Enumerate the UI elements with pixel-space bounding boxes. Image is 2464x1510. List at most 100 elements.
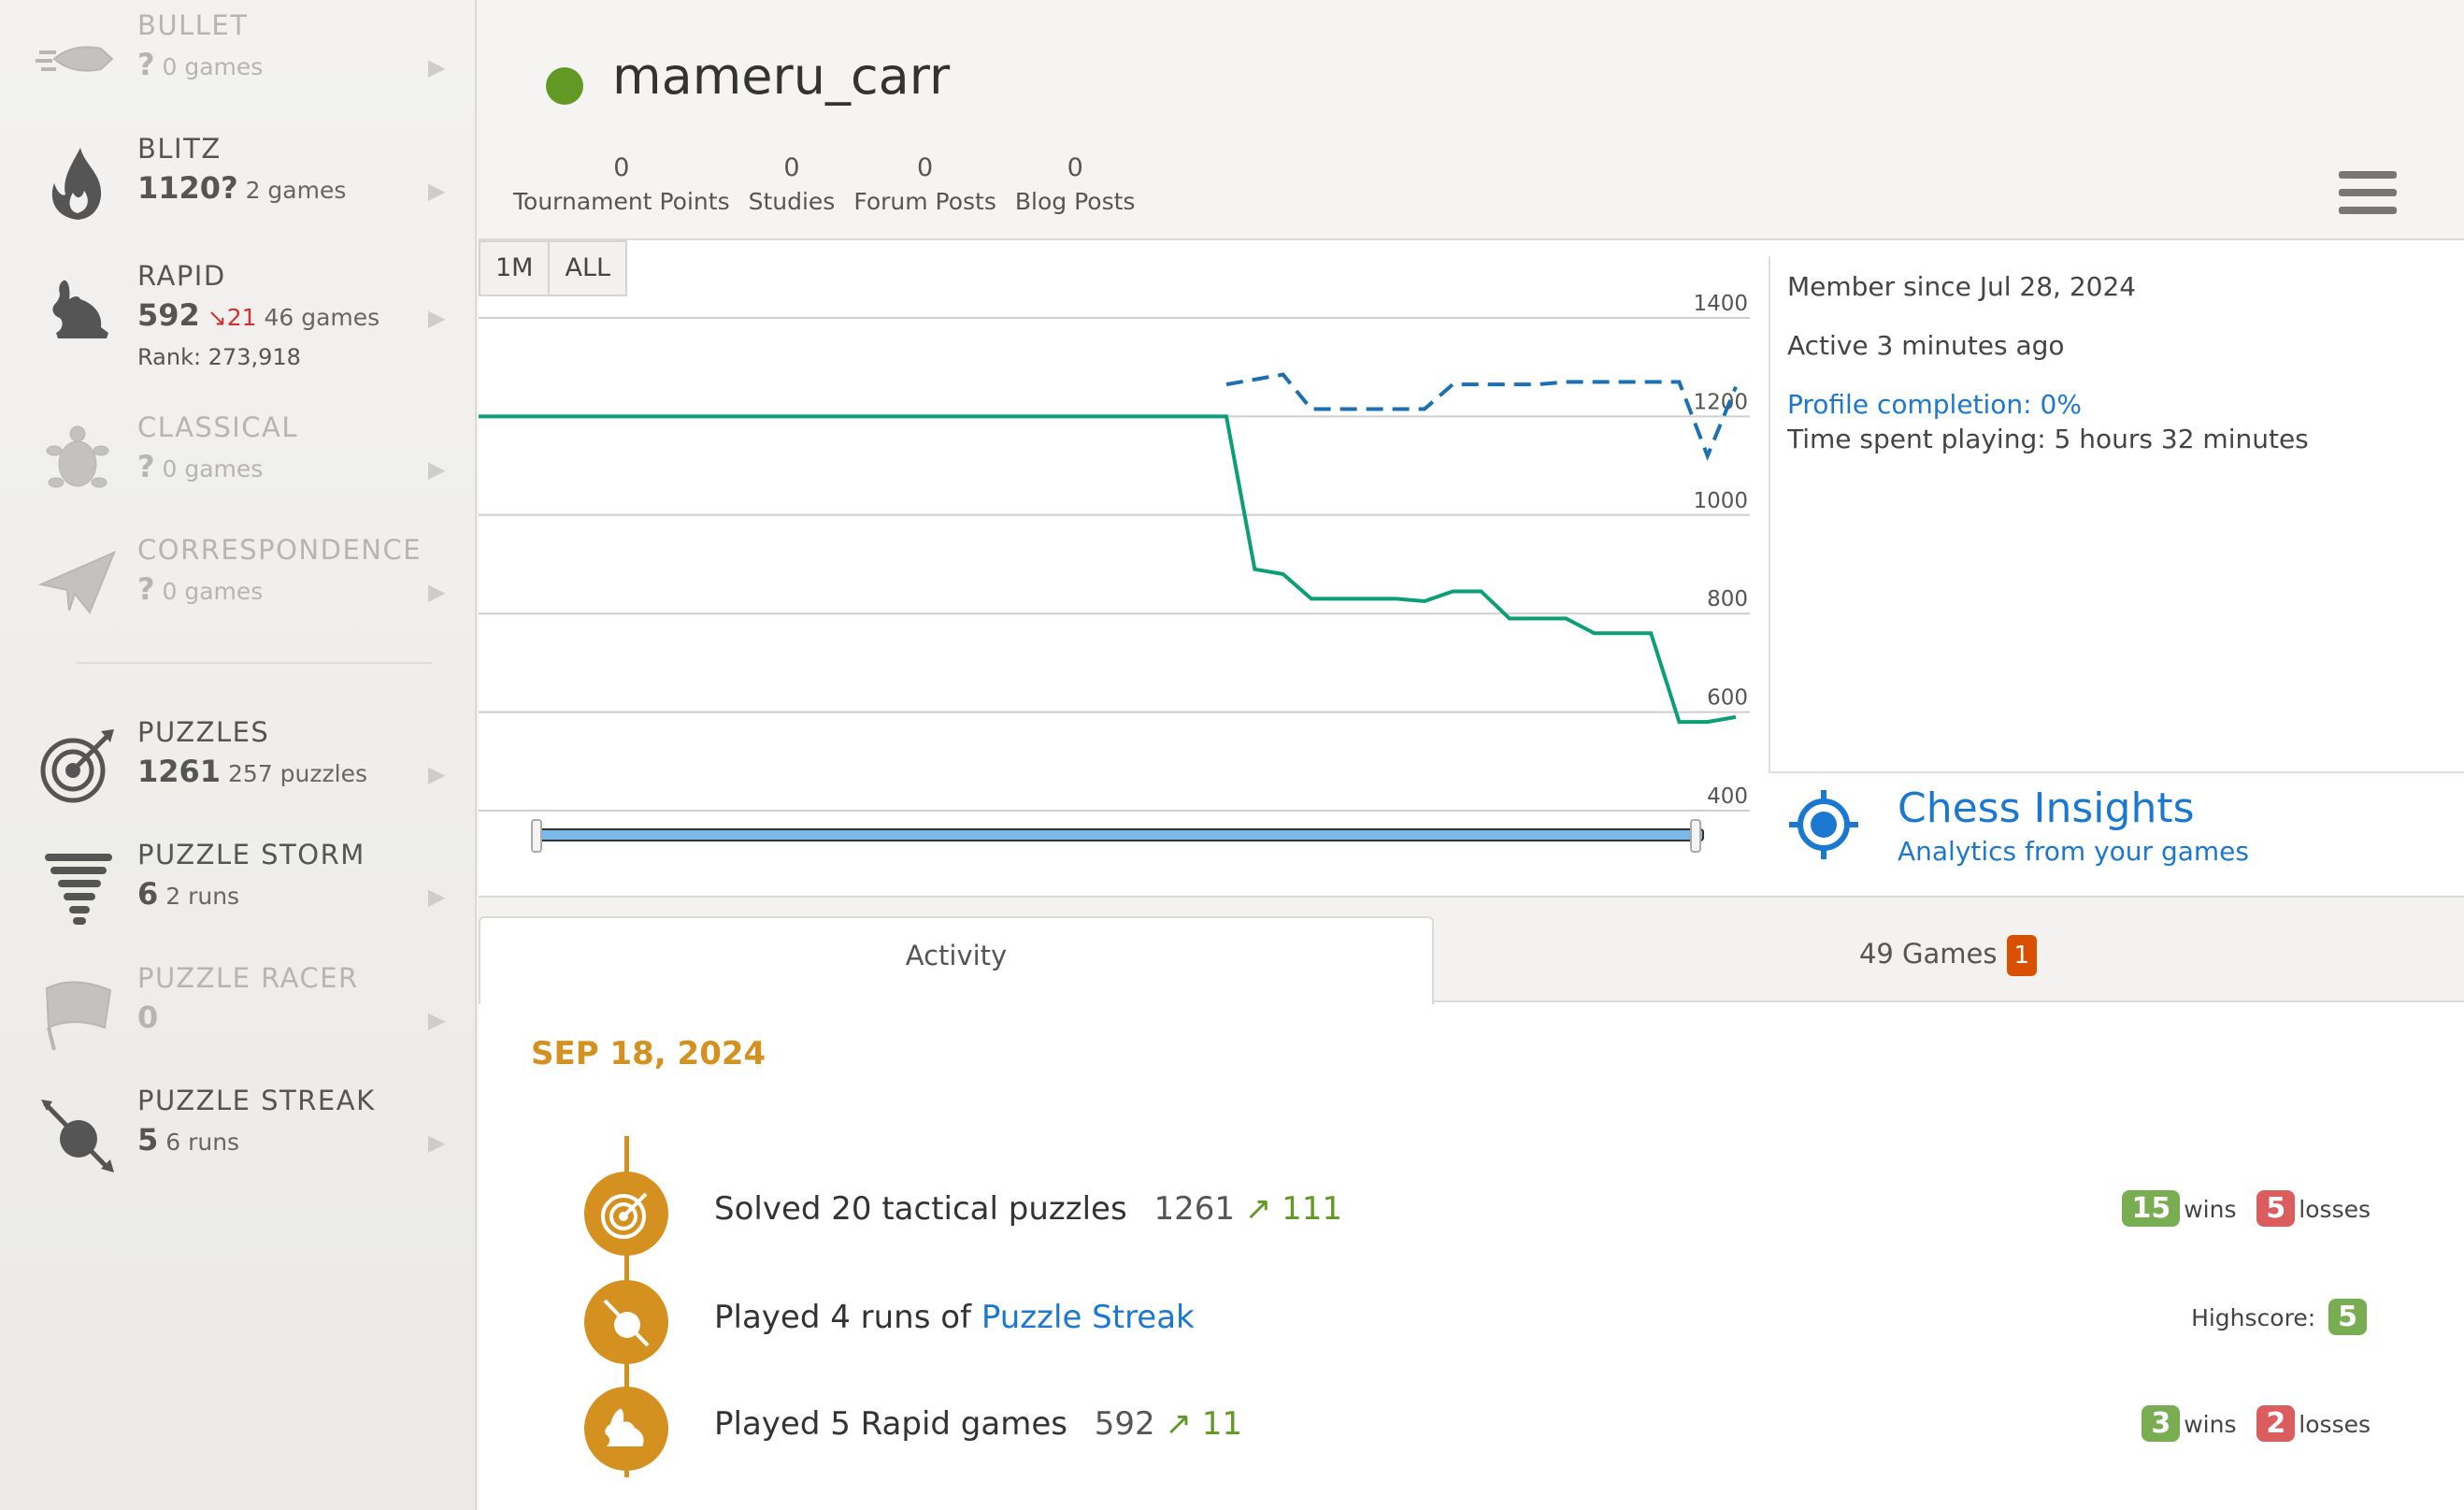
tab-activity[interactable]: Activity: [479, 916, 1434, 1004]
perf-rating: 5: [137, 1122, 159, 1158]
chart-y-tick-label: 400: [1707, 784, 1748, 809]
turtle-icon: [46, 425, 109, 488]
highscore-badge: 5: [2328, 1299, 2367, 1335]
stat-forum-posts[interactable]: 0 Forum Posts: [853, 153, 996, 215]
activity-text: Solved 20 tactical puzzles: [714, 1190, 1127, 1228]
perf-name: BULLET: [137, 9, 249, 41]
chevron-right-icon: ▶: [428, 54, 446, 80]
rating-chart: 1400 1200 1000 800 600 400 1M ALL: [479, 240, 1769, 895]
perf-name: PUZZLE RACER: [137, 962, 359, 994]
perf-name: CLASSICAL: [137, 411, 299, 443]
tornado-icon: [45, 854, 112, 925]
activity-rating-diff: 11: [1201, 1405, 1243, 1443]
paper-plane-icon: [37, 551, 116, 614]
target-icon: [601, 1192, 648, 1239]
member-since: Member since Jul 28, 2024: [1787, 271, 2137, 302]
profile-stats: 0 Tournament Points 0 Studies 0 Forum Posts…: [513, 153, 1135, 215]
bullet-icon: [36, 46, 114, 72]
chevron-right-icon: ▶: [428, 456, 446, 482]
perf-rating: 592: [137, 297, 200, 333]
perf-rating: 0: [137, 999, 159, 1035]
rating-up-icon: ↗: [1244, 1190, 1272, 1228]
slider-handle-left[interactable]: [531, 819, 542, 853]
chevron-right-icon: ▶: [428, 884, 446, 910]
stat-tournament-points[interactable]: 0 Tournament Points: [513, 153, 730, 215]
losses-badge: 2: [2256, 1405, 2296, 1442]
wins-badge: 3: [2142, 1405, 2181, 1442]
stat-blog-posts[interactable]: 0 Blog Posts: [1015, 153, 1136, 215]
chart-y-tick-label: 1000: [1693, 489, 1748, 513]
profile-header: mameru_carr 0 Tournament Points 0 Studies …: [479, 0, 2464, 240]
activity-rating: 1261: [1153, 1190, 1235, 1228]
activity-entry-streak: Played 4 runs of Puzzle Streak Highscore…: [479, 1280, 2464, 1364]
perf-count: 2 games: [245, 177, 347, 204]
rating-up-icon: ↗: [1165, 1405, 1192, 1443]
chart-range-buttons: 1M ALL: [479, 240, 628, 296]
perf-name: RAPID: [137, 260, 226, 292]
profile-tabs: Activity 49 Games 1: [479, 896, 2464, 1004]
perf-name: PUZZLES: [137, 716, 270, 748]
perf-rating: 1261: [137, 754, 222, 789]
perf-rating: 1120?: [137, 170, 238, 206]
range-all-button[interactable]: ALL: [550, 240, 628, 296]
chevron-right-icon: ▶: [428, 579, 446, 605]
rating-down-icon: ↘: [207, 304, 227, 331]
perf-name: PUZZLE STREAK: [137, 1085, 376, 1116]
stat-studies[interactable]: 0 Studies: [749, 153, 836, 215]
chart-y-tick-label: 1400: [1693, 292, 1748, 316]
username: mameru_carr: [612, 47, 951, 106]
perf-count: 0 games: [162, 53, 264, 80]
activity-rating-diff: 111: [1282, 1190, 1343, 1228]
perf-rapid[interactable]: RAPID 592 ↘21 46 games Rank: 273,918 ▶: [0, 258, 477, 370]
perf-sidebar: BULLET ? 0 games ▶ BLITZ 1120? 2 games ▶…: [0, 0, 477, 1510]
perf-rating: 6: [137, 876, 159, 912]
perf-count: 257 puzzles: [228, 760, 367, 787]
perf-puzzle-streak[interactable]: PUZZLE STREAK 5 6 runs ▶: [0, 1083, 477, 1195]
losses-badge: 5: [2256, 1190, 2296, 1227]
rabbit-icon: [605, 1408, 644, 1446]
perf-puzzle-racer[interactable]: PUZZLE RACER 0 ▶: [0, 960, 477, 1072]
perf-name: PUZZLE STORM: [137, 839, 365, 870]
games-badge: 1: [2006, 935, 2038, 976]
puzzle-streak-link[interactable]: Puzzle Streak: [981, 1299, 1195, 1336]
chart-range-slider[interactable]: [534, 828, 1704, 841]
perf-count: 6 runs: [165, 1129, 240, 1156]
perf-count: 46 games: [264, 304, 380, 331]
perf-classical[interactable]: CLASSICAL ? 0 games ▶: [0, 410, 477, 522]
chevron-right-icon: ▶: [428, 1007, 446, 1033]
rabbit-icon: [52, 280, 108, 338]
crosshair-icon: [1789, 790, 1858, 859]
target-icon: [40, 729, 114, 803]
profile-completion-link[interactable]: Profile completion: 0%: [1787, 389, 2309, 420]
rating-chart-svg: 1400 1200 1000 800 600 400: [479, 292, 1750, 853]
activity-text: Played 5 Rapid games: [714, 1405, 1067, 1443]
profile-main: mameru_carr 0 Tournament Points 0 Studies …: [479, 0, 2464, 1510]
checkered-flag-icon: [45, 981, 112, 1051]
activity-entry-rapid: Played 5 Rapid games 592 ↗ 11 3 wins 2 los…: [479, 1387, 2464, 1471]
sidebar-separator: [77, 662, 432, 664]
perf-name: BLITZ: [137, 133, 222, 165]
perf-count: 0 games: [162, 578, 264, 605]
perf-count: 2 runs: [165, 883, 240, 910]
last-active: Active 3 minutes ago: [1787, 330, 2065, 361]
perf-bullet[interactable]: BULLET ? 0 games ▶: [0, 7, 477, 120]
range-1m-button[interactable]: 1M: [479, 240, 551, 296]
perf-rank: Rank: 273,918: [137, 344, 301, 370]
online-status-icon: [546, 67, 583, 105]
wins-badge: 15: [2122, 1190, 2181, 1227]
activity-rating: 592: [1094, 1405, 1155, 1443]
perf-count: 0 games: [162, 455, 264, 482]
slider-handle-right[interactable]: [1690, 819, 1701, 853]
perf-blitz[interactable]: BLITZ 1120? 2 games ▶: [0, 131, 477, 243]
activity-date: SEP 18, 2024: [531, 1035, 766, 1072]
perf-correspondence[interactable]: CORRESPONDENCE ? 0 games ▶: [0, 532, 477, 644]
perf-rating: ?: [137, 47, 155, 82]
perf-puzzles[interactable]: PUZZLES 1261 257 puzzles ▶: [0, 714, 477, 827]
tab-games[interactable]: 49 Games 1: [1432, 916, 2464, 1000]
activity-text: Played 4 runs of: [714, 1299, 972, 1336]
chess-insights-link[interactable]: Chess Insights Analytics from your games: [1769, 771, 2464, 895]
menu-icon[interactable]: [2339, 171, 2397, 216]
perf-puzzle-storm[interactable]: PUZZLE STORM 6 2 runs ▶: [0, 837, 477, 949]
chevron-right-icon: ▶: [428, 305, 446, 331]
perf-rating-diff: 21: [226, 304, 257, 331]
